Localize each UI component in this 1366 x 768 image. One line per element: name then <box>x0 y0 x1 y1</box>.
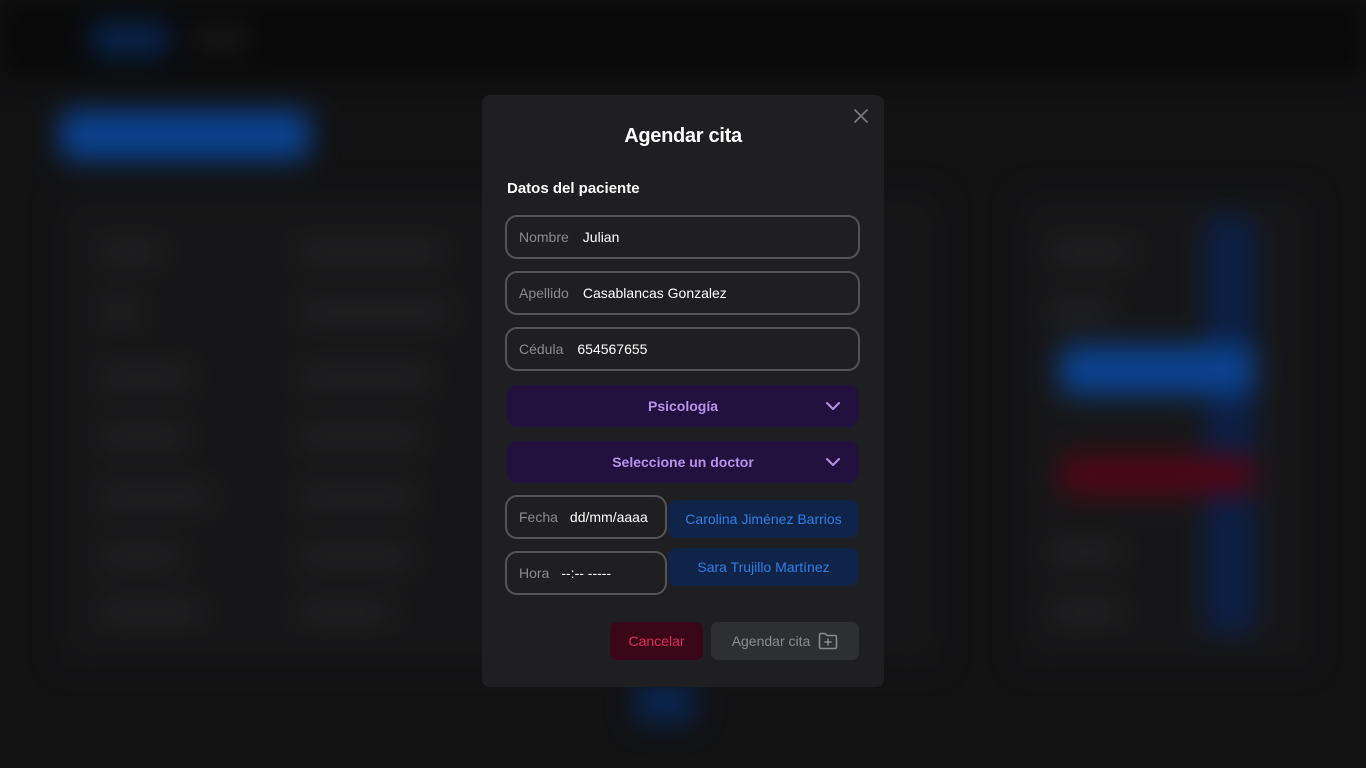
doctor-option[interactable]: Sara Trujillo Martínez <box>668 548 859 586</box>
doctor-option[interactable]: Carolina Jiménez Barrios <box>668 500 859 538</box>
time-field[interactable]: Hora --:-- ----- <box>505 551 667 595</box>
cancel-button-label: Cancelar <box>628 633 685 649</box>
chevron-down-icon <box>826 402 840 410</box>
last-name-label: Apellido <box>519 285 569 301</box>
date-value: dd/mm/aaaa <box>569 509 648 525</box>
time-label: Hora <box>519 565 550 581</box>
last-name-value: Casablancas Gonzalez <box>582 285 727 301</box>
modal-title: Agendar cita <box>624 125 742 147</box>
time-value: --:-- ----- <box>561 565 612 581</box>
schedule-appointment-button[interactable]: Agendar cita <box>711 622 859 660</box>
doctor-select[interactable]: Seleccione un doctor <box>507 441 859 483</box>
specialty-select[interactable]: Psicología <box>507 385 859 427</box>
schedule-button-label: Agendar cita <box>731 633 811 649</box>
date-field[interactable]: Fecha dd/mm/aaaa <box>505 495 667 539</box>
id-number-value: 654567655 <box>577 341 648 357</box>
close-icon <box>854 109 868 123</box>
date-label: Fecha <box>519 509 558 525</box>
section-title: Datos del paciente <box>507 180 640 197</box>
first-name-label: Nombre <box>519 229 569 245</box>
specialty-select-value: Psicología <box>647 398 719 414</box>
first-name-value: Julian <box>582 229 620 245</box>
id-number-field[interactable]: Cédula 654567655 <box>505 327 860 371</box>
folder-plus-icon <box>819 632 838 650</box>
doctor-select-value: Seleccione un doctor <box>612 454 754 470</box>
chevron-down-icon <box>826 458 840 466</box>
cancel-button[interactable]: Cancelar <box>610 622 703 660</box>
last-name-field[interactable]: Apellido Casablancas Gonzalez <box>505 271 860 315</box>
first-name-field[interactable]: Nombre Julian <box>505 215 860 259</box>
appointment-modal: Agendar cita Datos del paciente Nombre J… <box>482 95 884 687</box>
id-number-label: Cédula <box>519 341 564 357</box>
